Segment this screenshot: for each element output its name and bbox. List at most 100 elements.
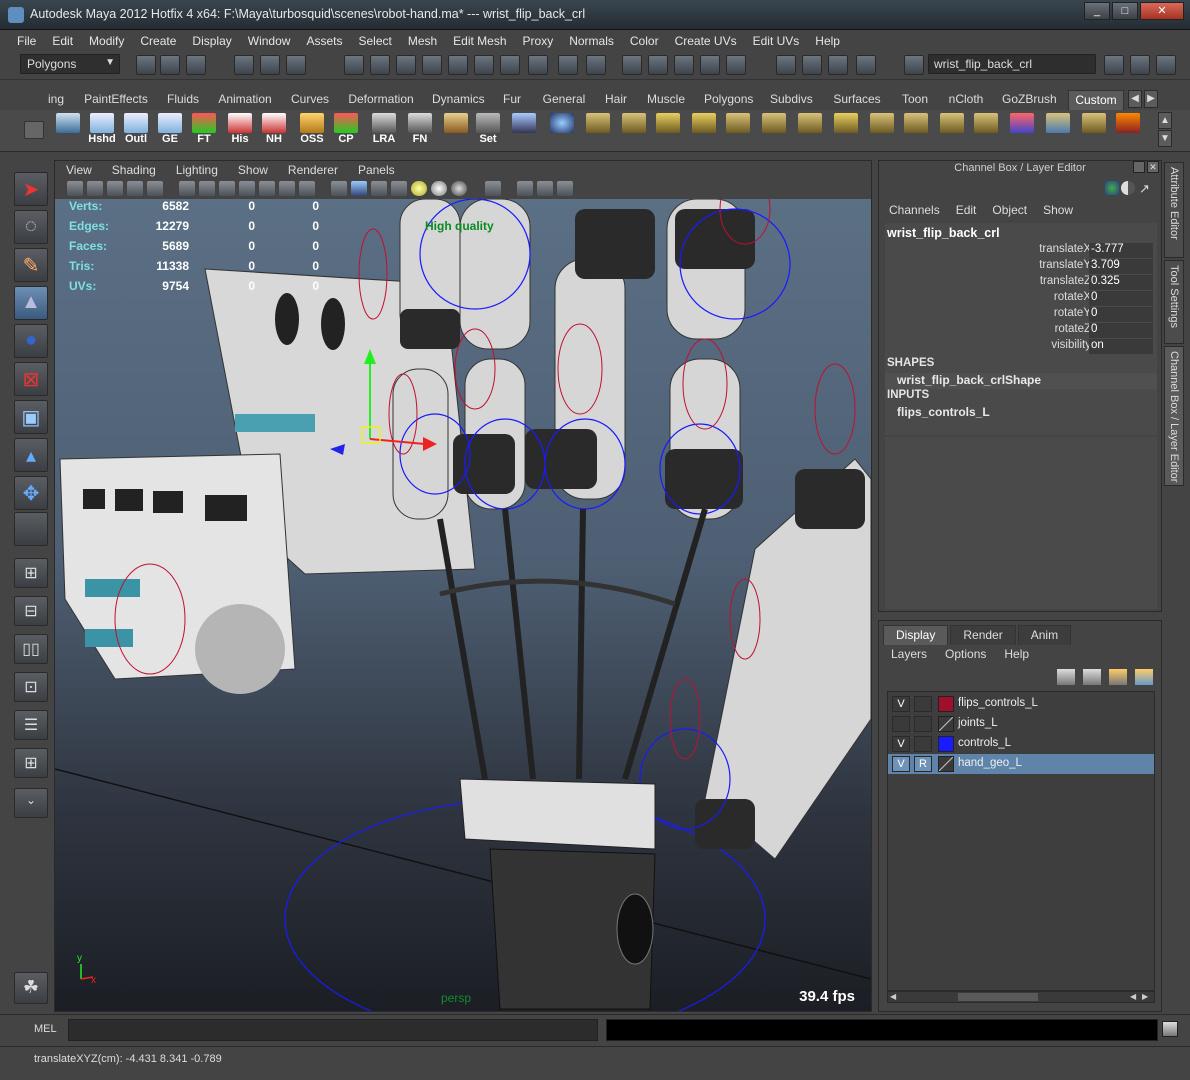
- menu-edit[interactable]: Edit: [44, 30, 81, 52]
- attr-value[interactable]: -3.777: [1089, 243, 1153, 258]
- shelf-tab-gozbrush[interactable]: GoZBrush: [1002, 90, 1057, 110]
- shelf-tab-muscle[interactable]: Muscle: [646, 90, 686, 110]
- layout-persp-outliner[interactable]: ⊡: [14, 672, 48, 702]
- soft-modification-tool[interactable]: ▴: [14, 438, 48, 472]
- shelf-button-lra[interactable]: LRA: [368, 113, 400, 149]
- checker-icon[interactable]: [391, 181, 407, 196]
- shelf-button-poly2[interactable]: [618, 113, 650, 149]
- history-icon[interactable]: [500, 55, 520, 75]
- layer-color-swatch[interactable]: [938, 736, 954, 752]
- shelf-tab-painteffects[interactable]: PaintEffects: [84, 90, 148, 110]
- shelf-button-oss[interactable]: OSS: [296, 113, 328, 149]
- shelf-tab-fur[interactable]: Fur: [500, 90, 524, 110]
- layer-menu-options[interactable]: Options: [933, 647, 992, 661]
- script-editor-icon[interactable]: [1162, 1021, 1178, 1037]
- attr-value[interactable]: on: [1089, 339, 1153, 354]
- safe-frame-icon[interactable]: [537, 181, 553, 196]
- menu-modify[interactable]: Modify: [81, 30, 132, 52]
- select-object-icon[interactable]: [260, 55, 280, 75]
- snap-grid-icon[interactable]: [344, 55, 364, 75]
- attr-translatez[interactable]: translateZ 0.325: [885, 275, 1157, 291]
- float-panel-icon[interactable]: [1133, 161, 1145, 173]
- shelf-tab-surfaces[interactable]: Surfaces: [830, 90, 884, 110]
- shelf-button-poly5[interactable]: [722, 113, 754, 149]
- layer-list-scrollbar[interactable]: ◀ ◀ ▶: [887, 991, 1155, 1003]
- layer-menu-help[interactable]: Help: [992, 647, 1035, 661]
- layer-type-toggle[interactable]: [914, 736, 932, 752]
- lock-icon[interactable]: [558, 55, 578, 75]
- new-layer-icon[interactable]: [1109, 669, 1127, 685]
- shelf-button-his[interactable]: His: [224, 113, 256, 149]
- shelf-button-paint[interactable]: [1112, 113, 1144, 149]
- shelf-button-poly10[interactable]: [900, 113, 932, 149]
- snap-point-icon[interactable]: [396, 55, 416, 75]
- attr-translatex[interactable]: translateX -3.777: [885, 243, 1157, 259]
- shelf-menu-icon[interactable]: [22, 113, 46, 149]
- layer-menu-layers[interactable]: Layers: [879, 647, 933, 661]
- cb-menu-object[interactable]: Object: [982, 201, 1033, 221]
- rename-icon[interactable]: [802, 55, 822, 75]
- shelf-button-cone[interactable]: [1006, 113, 1038, 149]
- menu-display[interactable]: Display: [184, 30, 239, 52]
- ipr-render-icon[interactable]: [674, 55, 694, 75]
- minimize-button[interactable]: _: [1084, 2, 1110, 20]
- shelf-button-poly9[interactable]: [866, 113, 898, 149]
- shelf-button-poly8[interactable]: [830, 113, 862, 149]
- layer-visibility-toggle[interactable]: V: [892, 696, 910, 712]
- select-camera-icon[interactable]: [67, 181, 83, 196]
- help-icon[interactable]: [528, 55, 548, 75]
- lasso-tool[interactable]: ◌: [14, 210, 48, 244]
- close-panel-icon[interactable]: ✕: [1147, 161, 1159, 173]
- shadow-light-icon[interactable]: [451, 181, 467, 196]
- layer-name[interactable]: hand_geo_L: [958, 757, 1022, 769]
- scale-tool[interactable]: ⊠: [14, 362, 48, 396]
- shelf-button-spheres[interactable]: [546, 113, 578, 149]
- move-layer-down-icon[interactable]: [1083, 669, 1101, 685]
- select-hierarchy-icon[interactable]: [234, 55, 254, 75]
- snap-curve-icon[interactable]: [370, 55, 390, 75]
- shelf-button-ge[interactable]: GE: [154, 113, 186, 149]
- shelf-button-cp[interactable]: CP: [330, 113, 362, 149]
- tab-channel-box[interactable]: Channel Box / Layer Editor: [1164, 346, 1184, 486]
- shelf-button-poly7[interactable]: [794, 113, 826, 149]
- shelf-button-joint[interactable]: [508, 113, 540, 149]
- shadows-icon[interactable]: [259, 181, 275, 196]
- hypershade-icon[interactable]: [726, 55, 746, 75]
- default-light-icon[interactable]: [411, 181, 427, 196]
- viewport-menu-view[interactable]: View: [55, 161, 101, 179]
- shelf-button-nh[interactable]: NH: [258, 113, 290, 149]
- name-field-icon[interactable]: [904, 55, 924, 75]
- layer-color-swatch[interactable]: [938, 716, 954, 732]
- viewport-menu-show[interactable]: Show: [227, 161, 277, 179]
- cb-menu-edit[interactable]: Edit: [946, 201, 983, 221]
- layer-row[interactable]: V flips_controls_L: [888, 694, 1154, 714]
- channel-box-speed-icon[interactable]: [1121, 181, 1135, 195]
- attr-value[interactable]: 0: [1089, 291, 1153, 306]
- lights-icon[interactable]: [239, 181, 255, 196]
- selection-mask-icon[interactable]: [586, 55, 606, 75]
- shelf-button-fn[interactable]: FN: [404, 113, 436, 149]
- snap-surface-icon[interactable]: [448, 55, 468, 75]
- toggle-attribute-editor-icon[interactable]: [1104, 55, 1124, 75]
- shelf-button-poly14[interactable]: [1078, 113, 1110, 149]
- maximize-button[interactable]: □: [1112, 2, 1138, 20]
- toggle-tool-settings-icon[interactable]: [1130, 55, 1150, 75]
- camera-attributes-icon[interactable]: [87, 181, 103, 196]
- shelf-button-poly4[interactable]: [688, 113, 720, 149]
- menu-assets[interactable]: Assets: [298, 30, 350, 52]
- render-current-icon[interactable]: [648, 55, 668, 75]
- layer-type-toggle[interactable]: [914, 696, 932, 712]
- new-scene-icon[interactable]: [136, 55, 156, 75]
- close-button[interactable]: ✕: [1140, 2, 1184, 20]
- shelf-tab-rendering[interactable]: ing: [46, 90, 66, 110]
- command-language-toggle[interactable]: MEL: [34, 1023, 57, 1035]
- channel-box-hyper-icon[interactable]: ↗: [1139, 181, 1153, 196]
- layout-persp-graph[interactable]: ⊟: [14, 596, 48, 626]
- shelf-tab-ncloth[interactable]: nCloth: [946, 90, 986, 110]
- layer-row[interactable]: joints_L: [888, 714, 1154, 734]
- new-layer-selected-icon[interactable]: [1135, 669, 1153, 685]
- all-lights-icon[interactable]: [431, 181, 447, 196]
- layer-row-selected[interactable]: V R hand_geo_L: [888, 754, 1154, 774]
- rotate-tool[interactable]: ●: [14, 324, 48, 358]
- menu-create[interactable]: Create: [132, 30, 184, 52]
